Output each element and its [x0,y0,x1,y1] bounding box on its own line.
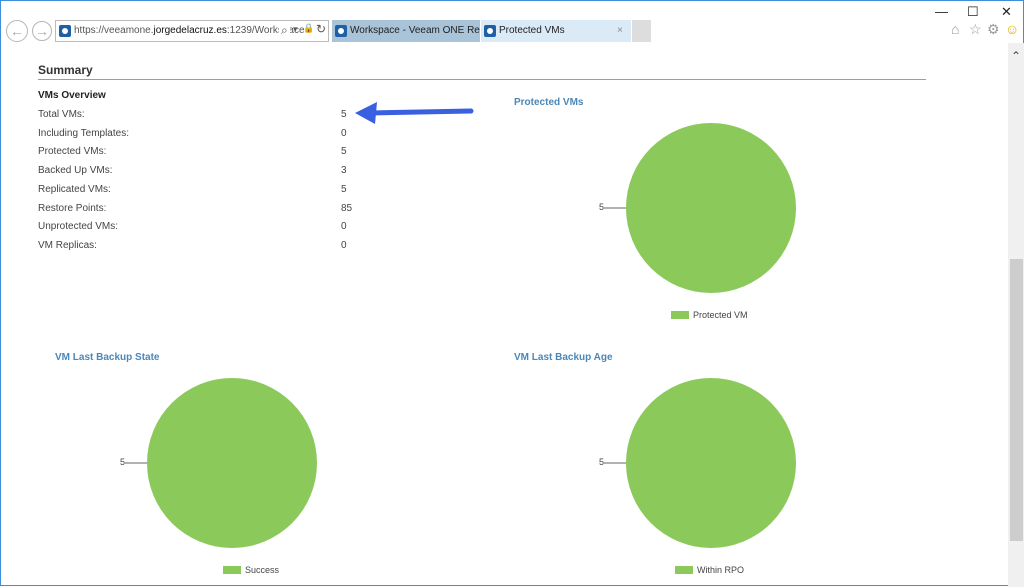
divider [38,79,926,80]
annotation-arrow [355,102,474,124]
pie-svg [604,123,796,293]
pie-svg [125,378,317,548]
vms-overview-heading: VMs Overview [38,90,106,101]
chart-legend: Success [223,565,279,575]
summary-title: Summary [38,63,93,77]
pie-slice[interactable] [626,123,796,293]
search-icon[interactable]: ⌕ [279,23,290,38]
settings-icon[interactable]: ⚙ [987,21,1000,38]
refresh-icon[interactable]: ↻ [316,22,326,36]
overview-row-label: Backed Up VMs: [38,165,113,177]
data-label: 5 [599,457,605,467]
pie-svg [604,378,796,548]
close-window-button[interactable]: ✕ [1001,4,1012,20]
overview-row-label: Replicated VMs: [38,183,111,195]
lock-icon[interactable]: 🔒 [303,23,314,34]
overview-row-label: Restore Points: [38,202,107,214]
overview-row-value: 5 [341,109,347,120]
data-label: 5 [599,202,605,212]
data-label: 5 [120,457,126,467]
legend-label: Within RPO [697,565,745,575]
overview-row-value: 3 [341,165,347,177]
forward-button[interactable]: → [32,21,52,41]
tab-label: Protected VMs [499,25,565,36]
legend-swatch [671,311,689,319]
tab-icon [484,25,496,37]
url-prefix: https://veeamone. [74,25,154,36]
pie-slice[interactable] [626,378,796,548]
scrollbar-thumb[interactable] [1010,259,1023,541]
back-button[interactable]: ← [6,20,28,42]
tab-label: Workspace - Veeam ONE Repo... [350,25,480,36]
overview-row-value: 5 [341,146,347,158]
close-tab-button[interactable]: × [617,20,623,42]
home-icon[interactable]: ⌂ [951,21,959,37]
overview-row-value: 0 [341,239,347,251]
favorites-icon[interactable]: ☆ [969,21,982,38]
scroll-up-icon[interactable]: ⌃ [1011,49,1021,63]
site-icon [59,25,71,37]
tab-protected-vms[interactable]: Protected VMs × [481,20,631,42]
pie-slice[interactable] [147,378,317,548]
maximize-button[interactable]: ☐ [967,4,979,20]
overview-row-label: Including Templates: [38,127,129,139]
new-tab-button[interactable] [632,20,651,42]
legend-label: Protected VM [693,310,748,320]
overview-row-label: Total VMs: [38,109,85,120]
tab-icon [335,25,347,37]
feedback-icon[interactable]: ☺ [1005,21,1019,37]
overview-row-value: 85 [341,202,353,214]
legend-swatch [675,566,693,574]
overview-row-value: 0 [341,127,347,139]
arrow-shaft [368,108,474,116]
overview-row-value: 0 [341,221,347,233]
tab-workspace[interactable]: Workspace - Veeam ONE Repo... [332,20,480,42]
chart-title: VM Last Backup State [55,352,160,363]
url-host: jorgedelacruz.es [153,25,227,36]
chart-legend: Protected VM [671,310,748,320]
chart-legend: Within RPO [675,565,744,575]
arrow-head [355,102,377,124]
chart-title: VM Last Backup Age [514,352,613,363]
overview-row-label: Protected VMs: [38,146,107,158]
overview-row-label: Unprotected VMs: [38,221,119,233]
chart-title: Protected VMs [514,97,584,108]
overview-row-label: VM Replicas: [38,239,97,251]
legend-label: Success [245,565,280,575]
dropdown-icon[interactable]: ▾ [293,24,298,35]
overview-row-value: 5 [341,183,347,195]
minimize-button[interactable]: — [935,4,948,19]
legend-swatch [223,566,241,574]
